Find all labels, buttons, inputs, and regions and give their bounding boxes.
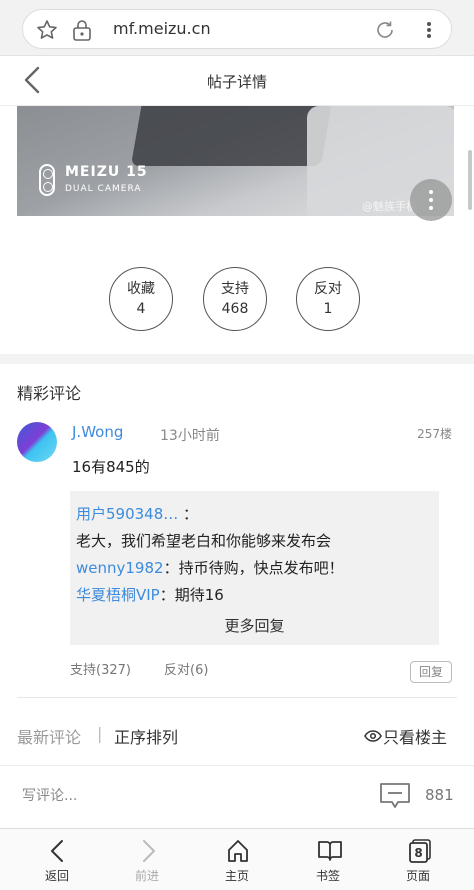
star-icon[interactable] <box>35 18 59 46</box>
oppose-button[interactable]: 反对 1 <box>296 267 360 331</box>
comment-text: 16有845的 <box>72 458 150 476</box>
sort-order-tab[interactable]: 正序排列 <box>114 724 178 748</box>
nav-back-label: 返回 <box>44 869 69 883</box>
scrollbar[interactable] <box>468 150 472 210</box>
forward-chevron-icon <box>143 840 155 862</box>
divider <box>17 697 457 698</box>
more-replies-link[interactable]: 更多回复 <box>70 615 439 636</box>
support-button[interactable]: 支持 468 <box>203 267 267 331</box>
more-vertical-icon[interactable] <box>421 18 437 46</box>
more-vertical-icon <box>429 198 433 202</box>
page-title: 帖子详情 <box>206 73 267 91</box>
favorite-count: 4 <box>136 301 146 317</box>
featured-comments-title: 精彩评论 <box>17 384 82 403</box>
eye-icon[interactable] <box>364 728 382 747</box>
nav-home[interactable]: 主页 <box>190 829 284 890</box>
nav-bookmarks[interactable]: 书签 <box>281 829 375 890</box>
book-icon <box>318 841 342 861</box>
reply-text: 持币待购，快点发布吧！ <box>178 559 344 577</box>
reply-text: 期待16 <box>174 586 224 604</box>
reply-user[interactable]: wenny1982 <box>76 559 164 577</box>
reply-item: 老大，我们希望老白和你能够来发布会 <box>76 530 331 551</box>
url-text[interactable]: mf.meizu.cn <box>113 19 211 38</box>
support-label: 支持 <box>221 281 249 297</box>
comment-input-bar: 写评论... 881 <box>0 765 474 825</box>
oppose-count: 1 <box>323 301 333 317</box>
op-only-toggle[interactable]: 只看楼主 <box>383 724 447 748</box>
oppose-label: 反对 <box>314 281 342 297</box>
page: mf.meizu.cn 帖子详情 MEIZU 15 DUAL CAMERA @魅… <box>0 0 474 890</box>
reply-item: 用户590348… ： <box>76 503 198 524</box>
dual-camera-icon <box>39 164 55 196</box>
lock-icon <box>71 18 93 46</box>
pages-icon: 8 <box>409 839 431 863</box>
nav-forward-label: 前进 <box>134 869 159 883</box>
browser-toolbar: mf.meizu.cn <box>0 0 474 56</box>
sort-latest-tab[interactable]: 最新评论 <box>17 724 81 748</box>
favorite-label: 收藏 <box>127 281 155 297</box>
more-vertical-icon <box>429 190 433 194</box>
comment-oppose-button[interactable]: 反对(6) <box>164 659 208 678</box>
reply-user[interactable]: 用户590348… <box>76 505 178 523</box>
back-chevron-icon <box>51 840 63 862</box>
image-watermark: @魅族手机 <box>362 200 417 213</box>
more-vertical-icon <box>429 206 433 210</box>
reply-button[interactable]: 回复 <box>410 661 452 683</box>
nav-forward[interactable]: 前进 <box>100 829 194 890</box>
reload-icon[interactable] <box>373 18 397 46</box>
comment-bubble-icon[interactable] <box>379 782 411 814</box>
comment-author[interactable]: J.Wong <box>72 423 123 441</box>
nav-back[interactable]: 返回 <box>10 829 104 890</box>
phone-image-shape <box>130 106 334 166</box>
reply-item: 华夏梧桐VIP：期待16 <box>76 584 224 605</box>
reply-user[interactable]: 华夏梧桐VIP <box>76 586 160 604</box>
image-brand-subtitle: DUAL CAMERA <box>65 184 142 194</box>
home-icon <box>228 840 248 862</box>
comment-count: 881 <box>425 786 454 804</box>
reply-text: 老大，我们希望老白和你能够来发布会 <box>76 532 332 550</box>
reply-separator: ： <box>159 586 175 604</box>
image-brand-model: MEIZU 15 <box>65 164 148 180</box>
reply-separator: ： <box>183 505 199 523</box>
address-bar[interactable]: mf.meizu.cn <box>22 9 452 49</box>
comment-support-button[interactable]: 支持(327) <box>70 659 131 678</box>
avatar[interactable] <box>17 422 57 462</box>
favorite-button[interactable]: 收藏 4 <box>109 267 173 331</box>
comment-input[interactable]: 写评论... <box>22 785 77 805</box>
nav-home-label: 主页 <box>224 869 249 883</box>
reply-item: wenny1982：持币待购，快点发布吧！ <box>76 557 344 578</box>
browser-bottom-nav: 返回 前进 主页 书签 8 页面 <box>0 828 474 890</box>
section-divider <box>0 354 474 364</box>
page-header: 帖子详情 <box>0 56 474 106</box>
post-image[interactable]: MEIZU 15 DUAL CAMERA @魅族手机 <box>17 106 454 216</box>
reply-box: 用户590348… ： 老大，我们希望老白和你能够来发布会 wenny1982：… <box>70 491 439 645</box>
nav-bookmarks-label: 书签 <box>315 869 340 883</box>
support-count: 468 <box>221 301 249 317</box>
floating-more-button[interactable] <box>410 179 452 221</box>
comment-time: 13小时前 <box>160 428 220 444</box>
pages-count: 8 <box>414 846 422 860</box>
sort-separator: | <box>97 724 103 743</box>
comment-floor: 257楼 <box>417 427 452 441</box>
reply-separator: ： <box>163 559 179 577</box>
nav-pages[interactable]: 8 页面 <box>371 829 465 890</box>
nav-pages-label: 页面 <box>405 869 430 883</box>
